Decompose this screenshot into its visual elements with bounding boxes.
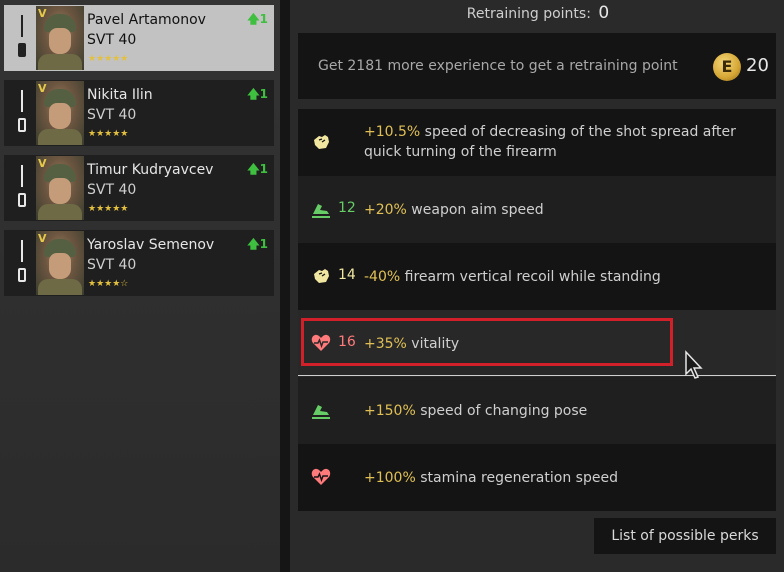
perk-text: speed of decreasing of the shot spread a… bbox=[364, 124, 736, 160]
mouse-cursor-icon bbox=[685, 350, 703, 379]
heart-icon bbox=[311, 468, 331, 485]
retraining-points-label: Retraining points: bbox=[466, 6, 591, 22]
coin-amount: 20 bbox=[746, 55, 769, 76]
fist-icon bbox=[314, 135, 329, 149]
perk-row[interactable]: 14 -40% firearm vertical recoil while st… bbox=[298, 243, 776, 310]
perk-level: 14 bbox=[338, 267, 356, 283]
perk-row[interactable]: +150% speed of changing pose bbox=[298, 377, 776, 444]
rifle-icon bbox=[14, 238, 30, 288]
panel-divider bbox=[280, 0, 290, 572]
soldier-name: Nikita Ilin bbox=[87, 87, 153, 103]
upgrade-count: 1 bbox=[259, 237, 268, 251]
soldier-card[interactable]: V Timur Kudryavcev SVT 40 ★★★★★ 🡅1 bbox=[4, 155, 274, 221]
soldier-stars: ★★★★★ bbox=[88, 204, 129, 214]
upgrade-arrow-icon: 🡅1 bbox=[247, 87, 268, 101]
soldier-weapon: SVT 40 bbox=[87, 107, 137, 123]
list-of-possible-perks-button[interactable]: List of possible perks bbox=[594, 518, 776, 554]
perk-text: weapon aim speed bbox=[406, 202, 544, 218]
perk-text: stamina regeneration speed bbox=[415, 470, 618, 486]
perk-description: +100% stamina regeneration speed bbox=[364, 468, 754, 488]
rank-badge: V bbox=[38, 232, 47, 245]
fist-icon bbox=[314, 269, 329, 283]
rifle-icon bbox=[14, 13, 30, 63]
perk-description: +150% speed of changing pose bbox=[364, 401, 754, 421]
perk-bonus: +150% bbox=[364, 403, 416, 419]
upgrade-count: 1 bbox=[259, 162, 268, 176]
perk-bonus: +100% bbox=[364, 470, 416, 486]
rifle-icon bbox=[14, 88, 30, 138]
upgrade-arrow-icon: 🡅1 bbox=[247, 12, 268, 26]
rank-badge: V bbox=[38, 7, 47, 20]
upgrade-count: 1 bbox=[259, 12, 268, 26]
soldier-name: Timur Kudryavcev bbox=[87, 162, 214, 178]
experience-message: Get 2181 more experience to get a retrai… bbox=[318, 58, 678, 74]
soldier-card[interactable]: V Pavel Artamonov SVT 40 ★★★★★ 🡅1 bbox=[4, 5, 274, 71]
soldier-stars: ★★★★★ bbox=[88, 129, 129, 139]
perk-row[interactable]: +100% stamina regeneration speed bbox=[298, 444, 776, 511]
perk-row[interactable]: +10.5% speed of decreasing of the shot s… bbox=[298, 109, 776, 176]
soldier-weapon: SVT 40 bbox=[87, 257, 137, 273]
perk-level: 12 bbox=[338, 200, 356, 216]
soldier-name: Pavel Artamonov bbox=[87, 12, 206, 28]
rifle-icon bbox=[14, 163, 30, 213]
coin-icon: E bbox=[713, 53, 741, 81]
hover-divider bbox=[298, 375, 776, 376]
experience-box: Get 2181 more experience to get a retrai… bbox=[298, 33, 776, 99]
rank-badge: V bbox=[38, 157, 47, 170]
boot-icon bbox=[312, 405, 330, 419]
soldier-stars: ★★★★★ bbox=[88, 54, 129, 64]
retraining-points: Retraining points: 0 bbox=[300, 3, 776, 23]
perk-text: firearm vertical recoil while standing bbox=[400, 269, 661, 285]
soldier-list-panel: V Pavel Artamonov SVT 40 ★★★★★ 🡅1 V Niki… bbox=[0, 0, 280, 572]
selection-highlight bbox=[301, 318, 673, 366]
perk-bonus: +10.5% bbox=[364, 124, 421, 140]
boot-icon bbox=[312, 204, 330, 218]
perk-row[interactable]: 12 +20% weapon aim speed bbox=[298, 176, 776, 243]
upgrade-count: 1 bbox=[259, 87, 268, 101]
perk-description: -40% firearm vertical recoil while stand… bbox=[364, 267, 754, 287]
upgrade-arrow-icon: 🡅1 bbox=[247, 162, 268, 176]
perk-bonus: -40% bbox=[364, 269, 401, 285]
perk-description: +20% weapon aim speed bbox=[364, 200, 754, 220]
rank-badge: V bbox=[38, 82, 47, 95]
perk-description: +10.5% speed of decreasing of the shot s… bbox=[364, 122, 754, 162]
retraining-points-value: 0 bbox=[598, 3, 610, 23]
soldier-card[interactable]: V Yaroslav Semenov SVT 40 ★★★★☆ 🡅1 bbox=[4, 230, 274, 296]
soldier-weapon: SVT 40 bbox=[87, 182, 137, 198]
soldier-card[interactable]: V Nikita Ilin SVT 40 ★★★★★ 🡅1 bbox=[4, 80, 274, 146]
soldier-stars: ★★★★☆ bbox=[88, 279, 129, 289]
perk-text: speed of changing pose bbox=[415, 403, 588, 419]
soldier-weapon: SVT 40 bbox=[87, 32, 137, 48]
soldier-name: Yaroslav Semenov bbox=[87, 237, 215, 253]
upgrade-arrow-icon: 🡅1 bbox=[247, 237, 268, 251]
perk-bonus: +20% bbox=[364, 202, 407, 218]
